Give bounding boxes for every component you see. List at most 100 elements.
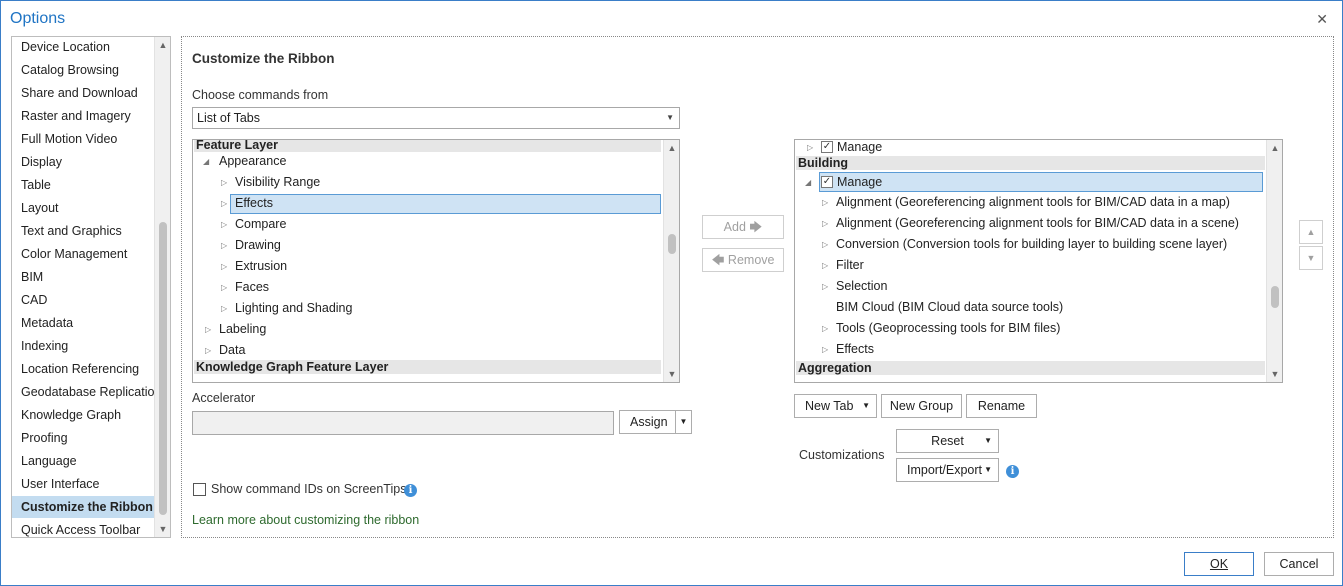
scroll-thumb[interactable]: [1271, 286, 1279, 308]
expand-icon[interactable]: ▷: [221, 172, 227, 193]
nav-item[interactable]: Indexing: [12, 335, 154, 357]
nav-item[interactable]: Text and Graphics: [12, 220, 154, 242]
reset-button[interactable]: Reset ▼: [896, 429, 999, 453]
tree-item-data[interactable]: ▷ Data: [205, 340, 245, 361]
assign-button[interactable]: Assign ▼: [619, 410, 692, 434]
expand-icon[interactable]: ▷: [221, 235, 227, 256]
expand-icon[interactable]: ▷: [205, 340, 211, 361]
tree-item-appearance[interactable]: ◢ Appearance: [203, 151, 286, 172]
nav-item[interactable]: Location Referencing: [12, 358, 154, 380]
expand-icon[interactable]: ▷: [221, 277, 227, 298]
tree-item[interactable]: ▷ Faces: [221, 277, 269, 298]
checkbox-checked[interactable]: ✓: [821, 176, 833, 188]
tree-item[interactable]: ▷ Effects: [822, 339, 874, 360]
nav-item[interactable]: Customize the Ribbon: [12, 496, 154, 518]
tree-item[interactable]: BIM Cloud (BIM Cloud data source tools): [822, 297, 1063, 318]
nav-item[interactable]: Table: [12, 174, 154, 196]
nav-item[interactable]: Language: [12, 450, 154, 472]
scroll-down-icon[interactable]: ▼: [664, 366, 679, 382]
nav-item[interactable]: Device Location: [12, 37, 154, 58]
tree-item[interactable]: ▷ Tools (Geoprocessing tools for BIM file…: [822, 318, 1060, 339]
new-tab-button[interactable]: New Tab ▼: [794, 394, 877, 418]
nav-item[interactable]: Geodatabase Replication: [12, 381, 161, 403]
show-command-ids-checkbox[interactable]: [193, 483, 206, 496]
info-icon[interactable]: i: [1006, 465, 1019, 478]
rename-button[interactable]: Rename: [966, 394, 1037, 418]
tree-item[interactable]: ▷ Drawing: [221, 235, 281, 256]
accelerator-input[interactable]: [192, 411, 614, 435]
tree-item[interactable]: ▷ Extrusion: [221, 256, 287, 277]
expand-icon[interactable]: ▷: [822, 213, 828, 234]
expand-icon[interactable]: ▷: [822, 192, 828, 213]
choose-commands-label: Choose commands from: [192, 88, 329, 102]
triangle-down-icon: ▼: [1306, 253, 1316, 263]
expanded-icon[interactable]: ◢: [805, 172, 811, 193]
add-button[interactable]: Add 🡆: [702, 215, 784, 239]
tree-item-manage-selected[interactable]: ◢ ✓ Manage: [805, 172, 882, 193]
nav-item[interactable]: Share and Download: [12, 82, 154, 104]
tree-item[interactable]: ▷ Visibility Range: [221, 172, 320, 193]
triangle-up-icon: ▲: [1306, 227, 1316, 237]
nav-item[interactable]: Raster and Imagery: [12, 105, 154, 127]
move-up-button[interactable]: ▲: [1299, 220, 1323, 244]
expand-icon[interactable]: ▷: [221, 214, 227, 235]
nav-item[interactable]: Quick Access Toolbar: [12, 519, 154, 537]
ribbon-tree-scrollbar[interactable]: ▲ ▼: [1266, 140, 1282, 382]
expand-icon[interactable]: ▷: [221, 193, 227, 214]
nav-item[interactable]: BIM: [12, 266, 154, 288]
scroll-up-icon[interactable]: ▲: [155, 37, 170, 53]
remove-button[interactable]: 🡄 Remove: [702, 248, 784, 272]
expand-icon[interactable]: ▷: [822, 255, 828, 276]
info-icon[interactable]: i: [404, 484, 417, 497]
expand-icon[interactable]: ▷: [221, 256, 227, 277]
expand-icon[interactable]: ▷: [822, 234, 828, 255]
learn-more-link[interactable]: Learn more about customizing the ribbon: [192, 513, 419, 527]
nav-item[interactable]: Layout: [12, 197, 154, 219]
scroll-up-icon[interactable]: ▲: [1267, 140, 1282, 156]
nav-item[interactable]: User Interface: [12, 473, 154, 495]
tree-item-labeling[interactable]: ▷ Labeling: [205, 319, 266, 340]
show-command-ids-label: Show command IDs on ScreenTips: [211, 482, 407, 496]
tree-item[interactable]: ▷ Lighting and Shading: [221, 298, 352, 319]
expand-icon[interactable]: ▷: [221, 298, 227, 319]
nav-item[interactable]: Full Motion Video: [12, 128, 154, 150]
nav-item[interactable]: Display: [12, 151, 154, 173]
cancel-button[interactable]: Cancel: [1264, 552, 1334, 576]
scroll-thumb[interactable]: [668, 234, 676, 254]
expanded-icon[interactable]: ◢: [203, 151, 209, 172]
tree-item[interactable]: ▷ Alignment (Georeferencing alignment too…: [822, 213, 1239, 234]
nav-item[interactable]: Knowledge Graph: [12, 404, 154, 426]
expand-icon[interactable]: ▷: [822, 318, 828, 339]
checkbox-checked[interactable]: ✓: [821, 141, 833, 153]
nav-item[interactable]: CAD: [12, 289, 154, 311]
tree-item[interactable]: ▷ Selection: [822, 276, 887, 297]
tree-item[interactable]: ▷ Effects: [221, 193, 273, 214]
close-icon[interactable]: ✕: [1316, 11, 1328, 28]
tree-item[interactable]: ▷ Compare: [221, 214, 286, 235]
import-export-button[interactable]: Import/Export ▼: [896, 458, 999, 482]
ribbon-tree[interactable]: ▷ ✓ Manage Building ◢ ✓ Manage ▷ Alignment (G…: [794, 139, 1283, 383]
nav-item[interactable]: Color Management: [12, 243, 154, 265]
nav-item[interactable]: Catalog Browsing: [12, 59, 154, 81]
tree-item[interactable]: ▷ Conversion (Conversion tools for buildi…: [822, 234, 1227, 255]
scroll-up-icon[interactable]: ▲: [664, 140, 679, 156]
expand-icon[interactable]: ▷: [822, 339, 828, 360]
ok-button[interactable]: OK: [1184, 552, 1254, 576]
expand-icon[interactable]: ▷: [822, 276, 828, 297]
tree-item[interactable]: ▷ Alignment (Georeferencing alignment too…: [822, 192, 1230, 213]
move-down-button[interactable]: ▼: [1299, 246, 1323, 270]
scroll-thumb[interactable]: [159, 222, 167, 515]
commands-tree-scrollbar[interactable]: ▲ ▼: [663, 140, 679, 382]
nav-item[interactable]: Metadata: [12, 312, 154, 334]
new-group-button[interactable]: New Group: [881, 394, 962, 418]
nav-item[interactable]: Proofing: [12, 427, 154, 449]
customizations-label: Customizations: [799, 448, 885, 462]
scroll-down-icon[interactable]: ▼: [1267, 366, 1282, 382]
scroll-down-icon[interactable]: ▼: [155, 521, 170, 537]
nav-scrollbar[interactable]: ▲ ▼: [154, 37, 170, 537]
choose-commands-select[interactable]: List of Tabs ▼: [192, 107, 680, 129]
tree-item[interactable]: ▷ Filter: [822, 255, 864, 276]
commands-tree[interactable]: Feature Layer ◢ Appearance ▷ Visibility Ra…: [192, 139, 680, 383]
chevron-down-icon[interactable]: ▼: [675, 411, 691, 433]
expand-icon[interactable]: ▷: [205, 319, 211, 340]
